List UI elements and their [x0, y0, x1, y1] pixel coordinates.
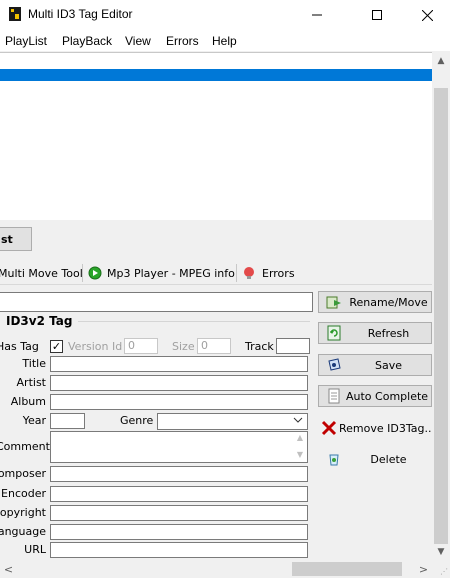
minimize-button[interactable]	[294, 0, 340, 30]
year-label: Year	[22, 414, 46, 427]
app-icon	[8, 6, 22, 22]
window-title: Multi ID3 Tag Editor	[28, 7, 133, 21]
url-label: URL	[24, 543, 46, 556]
playlist-button-label: st	[1, 232, 13, 246]
genre-select[interactable]	[157, 413, 308, 430]
tab-errors-label: Errors	[262, 266, 295, 280]
album-label: Album	[10, 395, 46, 408]
refresh-icon	[326, 325, 342, 341]
save-button[interactable]: Save	[318, 354, 432, 376]
language-label: Language	[0, 525, 46, 538]
title-bar: Multi ID3 Tag Editor	[0, 0, 450, 30]
remove-id3tag-button[interactable]: Remove ID3Tag...	[318, 417, 432, 439]
error-light-icon	[242, 266, 256, 280]
menu-bar: PlayList PlayBack View Errors Help	[0, 30, 450, 52]
delete-button[interactable]: Delete	[318, 448, 432, 470]
track-field[interactable]	[276, 338, 310, 354]
rename-move-button[interactable]: Rename/Move	[318, 291, 432, 313]
scroll-left-icon[interactable]: <	[0, 560, 17, 578]
playlist-button[interactable]: st	[0, 227, 32, 251]
vertical-scroll-thumb[interactable]	[434, 88, 448, 544]
encoder-label: Encoder	[1, 487, 46, 500]
tab-mp3-player-label: Mp3 Player - MPEG info	[107, 266, 235, 280]
title-field[interactable]	[50, 356, 308, 372]
version-id-field[interactable]: 0	[124, 338, 158, 354]
tab-multi-move-tool-label: Multi Move Tool	[0, 266, 83, 280]
tab-mp3-player[interactable]: Mp3 Player - MPEG info	[88, 261, 235, 285]
file-list[interactable]	[0, 52, 432, 220]
album-field[interactable]	[50, 394, 308, 410]
comment-field[interactable]: ▲ ▼	[50, 431, 308, 463]
document-icon	[326, 388, 342, 404]
group-border-top	[78, 321, 310, 322]
language-field[interactable]	[50, 524, 308, 540]
auto-complete-button[interactable]: Auto Complete ...	[318, 385, 432, 407]
title-label: Title	[22, 357, 46, 370]
horizontal-scroll-thumb[interactable]	[292, 562, 402, 576]
composer-field[interactable]	[50, 466, 308, 482]
genre-label: Genre	[120, 414, 154, 427]
resize-grip-icon[interactable]: ⋰	[432, 560, 450, 578]
url-field[interactable]	[50, 542, 308, 558]
refresh-label: Refresh	[367, 326, 410, 340]
filename-input[interactable]	[0, 292, 313, 312]
delete-label: Delete	[370, 452, 407, 466]
artist-label: Artist	[16, 376, 46, 389]
horizontal-scrollbar[interactable]: < >	[0, 560, 432, 578]
menu-playlist[interactable]: PlayList	[5, 34, 47, 48]
scroll-down-icon: ▼	[296, 450, 303, 459]
track-label: Track	[245, 340, 274, 353]
menu-playback[interactable]: PlayBack	[62, 34, 112, 48]
save-icon	[326, 357, 342, 373]
scroll-up-icon[interactable]: ▲	[432, 52, 450, 69]
size-label: Size	[172, 340, 195, 353]
menu-errors[interactable]: Errors	[166, 34, 199, 48]
recycle-bin-icon	[326, 451, 342, 467]
copyright-label: Copyright	[0, 506, 46, 519]
tab-errors[interactable]: Errors	[242, 261, 295, 285]
close-button[interactable]	[404, 0, 450, 30]
remove-id3tag-label: Remove ID3Tag...	[339, 421, 432, 435]
scroll-right-icon[interactable]: >	[415, 560, 432, 578]
selected-file-row[interactable]	[0, 69, 432, 81]
maximize-button[interactable]	[354, 0, 400, 30]
tab-separator	[82, 264, 83, 282]
version-id-label: Version Id	[68, 340, 123, 353]
vertical-scrollbar[interactable]: ▲ ▼	[432, 52, 450, 560]
copyright-field[interactable]	[50, 505, 308, 521]
chevron-down-icon	[293, 415, 303, 428]
id3v2-group-title: ID3v2 Tag	[6, 314, 73, 328]
has-tag-checkbox[interactable]: ✓	[50, 340, 63, 353]
rename-icon	[326, 294, 342, 310]
tab-bar: Multi Move Tool Mp3 Player - MPEG info E…	[0, 261, 432, 285]
artist-field[interactable]	[50, 375, 308, 391]
tab-separator	[236, 264, 237, 282]
has-tag-label: Has Tag	[0, 340, 39, 353]
refresh-button[interactable]: Refresh	[318, 322, 432, 344]
menu-view[interactable]: View	[125, 34, 151, 48]
auto-complete-label: Auto Complete ...	[346, 389, 431, 403]
year-field[interactable]	[50, 413, 85, 429]
menu-help[interactable]: Help	[212, 34, 237, 48]
encoder-field[interactable]	[50, 486, 308, 502]
rename-move-label: Rename/Move	[349, 295, 428, 309]
size-field[interactable]: 0	[197, 338, 231, 354]
save-label: Save	[374, 358, 402, 372]
scroll-down-icon[interactable]: ▼	[432, 543, 450, 560]
tab-multi-move-tool[interactable]: Multi Move Tool	[0, 261, 83, 285]
red-x-icon	[321, 420, 337, 436]
comment-label: Comment	[0, 440, 50, 453]
green-play-icon	[88, 266, 102, 280]
scroll-up-icon: ▲	[296, 433, 303, 442]
composer-label: Composer	[0, 467, 46, 480]
